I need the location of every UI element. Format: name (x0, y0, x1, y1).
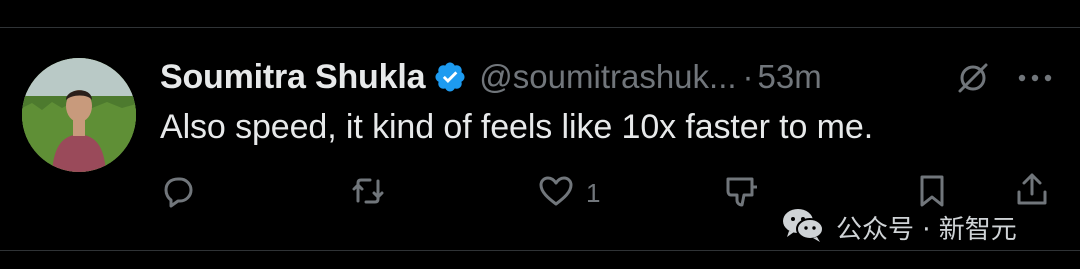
tweet-header: Soumitra Shukla @soumitrashuk... · 53m (160, 54, 822, 100)
author-handle[interactable]: @soumitrashuk... (479, 58, 736, 96)
reply-button[interactable] (158, 173, 198, 213)
thumbs-down-icon (722, 171, 762, 216)
like-count: 1 (586, 177, 601, 208)
tweet-text: Also speed, it kind of feels like 10x fa… (160, 108, 874, 146)
retweet-button[interactable] (348, 173, 388, 213)
watermark-text: 公众号 · 新智元 (836, 214, 1017, 245)
like-button[interactable]: 1 (536, 173, 600, 213)
avatar[interactable] (22, 58, 136, 172)
heart-icon (536, 171, 576, 216)
bottom-divider (0, 250, 1080, 251)
timestamp[interactable]: 53m (758, 58, 822, 96)
verified-badge-icon (433, 60, 467, 94)
author-name[interactable]: Soumitra Shukla (160, 58, 425, 97)
grok-icon[interactable] (955, 60, 991, 96)
retweet-icon (348, 171, 388, 216)
watermark: 公众号 · 新智元 (780, 205, 1017, 249)
wechat-logo-icon (780, 204, 836, 251)
more-options-icon[interactable] (1016, 66, 1054, 90)
separator-dot: · (742, 58, 754, 95)
share-button[interactable] (1012, 172, 1052, 212)
dislike-button[interactable] (722, 173, 762, 213)
top-divider (0, 0, 1080, 28)
reply-icon (158, 171, 198, 216)
share-icon (1012, 170, 1052, 215)
